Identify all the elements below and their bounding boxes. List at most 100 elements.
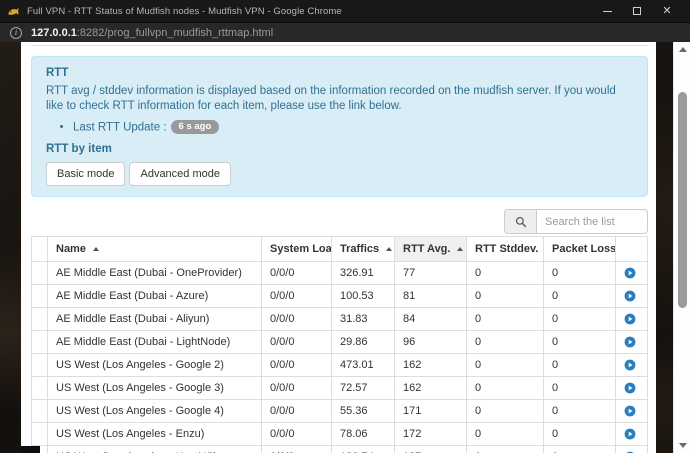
row-action-cell	[615, 376, 648, 401]
rtt-description: RTT avg / stddev information is displaye…	[46, 85, 616, 112]
sort-asc-icon	[457, 247, 464, 252]
rtt-stddev-cell: 0	[466, 353, 544, 378]
advanced-mode-button[interactable]: Advanced mode	[129, 162, 231, 187]
node-name-cell: AE Middle East (Dubai - Aliyun)	[47, 307, 262, 332]
search-input[interactable]	[536, 209, 648, 235]
packet-loss-cell: 0	[543, 445, 616, 453]
rtt-avg-cell: 171	[394, 399, 467, 424]
section-divider	[31, 45, 648, 46]
scroll-down-button[interactable]	[674, 438, 690, 453]
play-circle-icon[interactable]	[624, 313, 636, 325]
scroll-down-icon	[678, 443, 687, 448]
packet-loss-cell: 0	[543, 261, 616, 286]
system-load-cell: 0/0/0	[261, 330, 332, 355]
packet-loss-cell: 0	[543, 284, 616, 309]
scroll-up-button[interactable]	[674, 42, 690, 57]
rtt-stddev-cell: 0	[466, 261, 544, 286]
packet-loss-cell: 0	[543, 353, 616, 378]
rtt-table: Name System Load Traffics RTT Avg. RTT Stdde…	[31, 236, 648, 453]
table-body: AE Middle East (Dubai - OneProvider) 0/0…	[31, 261, 648, 453]
rtt-update-list: Last RTT Update :6 s ago	[46, 120, 633, 135]
row-action-cell	[615, 399, 648, 424]
window-controls: ✕	[592, 0, 682, 22]
mode-buttons: Basic mode Advanced mode	[46, 162, 633, 187]
vertical-scrollbar[interactable]	[673, 42, 690, 453]
play-circle-icon[interactable]	[624, 336, 636, 348]
row-action-cell	[615, 261, 648, 286]
rtt-stddev-cell: 0	[466, 422, 544, 447]
row-spacer-cell	[31, 376, 48, 401]
traffics-cell: 326.91	[331, 261, 395, 286]
system-load-cell: 0/0/0	[261, 376, 332, 401]
close-button[interactable]: ✕	[652, 0, 682, 22]
system-load-cell: 0/0/0	[261, 261, 332, 286]
row-action-cell	[615, 353, 648, 378]
play-circle-icon[interactable]	[624, 267, 636, 279]
column-header-rtt-avg[interactable]: RTT Avg.	[394, 236, 467, 263]
rtt-stddev-cell: 0	[466, 284, 544, 309]
sort-asc-icon	[386, 247, 393, 252]
column-header-label: Traffics	[340, 243, 380, 256]
table-row: AE Middle East (Dubai - OneProvider) 0/0…	[31, 261, 648, 286]
traffics-cell: 133.74	[331, 445, 395, 453]
column-header-label: System Load	[270, 243, 332, 256]
packet-loss-cell: 0	[543, 307, 616, 332]
minimize-icon	[602, 10, 612, 12]
rtt-avg-cell: 187	[394, 445, 467, 453]
content-card: RTT RTT avg / stddev information is disp…	[21, 42, 656, 453]
packet-loss-cell: 0	[543, 399, 616, 424]
page-info-icon[interactable]: i	[10, 26, 22, 39]
system-load-cell: 0/0/0	[261, 353, 332, 378]
spacer-column-header	[31, 236, 48, 263]
rtt-stddev-cell: 0	[466, 307, 544, 332]
minimize-button[interactable]	[592, 0, 622, 22]
row-spacer-cell	[31, 353, 48, 378]
table-row: US West (Los Angeles - HostUS) 0/0/0 133…	[31, 445, 648, 453]
rtt-avg-cell: 162	[394, 376, 467, 401]
table-row: US West (Los Angeles - Google 2) 0/0/0 4…	[31, 353, 648, 378]
actions-column-header	[615, 236, 648, 263]
column-header-name[interactable]: Name	[47, 236, 262, 263]
maximize-icon	[633, 7, 641, 15]
rtt-stddev-cell: 0	[466, 445, 544, 453]
table-row: US West (Los Angeles - Google 3) 0/0/0 7…	[31, 376, 648, 401]
column-header-rtt-stddev[interactable]: RTT Stddev.	[466, 236, 544, 263]
maximize-button[interactable]	[622, 0, 652, 22]
column-header-system-load: System Load	[261, 236, 332, 263]
row-action-cell	[615, 284, 648, 309]
sort-asc-icon	[92, 247, 99, 252]
rtt-avg-cell: 81	[394, 284, 467, 309]
column-header-traffics[interactable]: Traffics	[331, 236, 395, 263]
node-name-cell: AE Middle East (Dubai - LightNode)	[47, 330, 262, 355]
node-name-cell: US West (Los Angeles - Google 3)	[47, 376, 262, 401]
row-action-cell	[615, 307, 648, 332]
rtt-info-panel: RTT RTT avg / stddev information is disp…	[31, 56, 648, 198]
system-load-cell: 0/0/0	[261, 445, 332, 453]
play-circle-icon[interactable]	[624, 428, 636, 440]
table-row: US West (Los Angeles - Enzu) 0/0/0 78.06…	[31, 422, 648, 447]
table-row: AE Middle East (Dubai - Aliyun) 0/0/0 31…	[31, 307, 648, 332]
table-header-row: Name System Load Traffics RTT Avg. RTT Stdde…	[31, 236, 648, 263]
play-circle-icon[interactable]	[624, 290, 636, 302]
address-bar[interactable]: i 127.0.0.1:8282/prog_fullvpn_mudfish_rt…	[0, 22, 690, 42]
column-header-label: RTT Avg.	[403, 243, 451, 256]
play-circle-icon[interactable]	[624, 382, 636, 394]
system-load-cell: 0/0/0	[261, 307, 332, 332]
basic-mode-button[interactable]: Basic mode	[46, 162, 126, 187]
packet-loss-cell: 0	[543, 330, 616, 355]
rtt-avg-cell: 77	[394, 261, 467, 286]
rtt-stddev-cell: 0	[466, 399, 544, 424]
window-title: Full VPN - RTT Status of Mudfish nodes -…	[27, 5, 342, 17]
scrollbar-thumb[interactable]	[678, 92, 687, 308]
row-spacer-cell	[31, 399, 48, 424]
window-titlebar: Full VPN - RTT Status of Mudfish nodes -…	[0, 0, 690, 22]
url-text[interactable]: 127.0.0.1:8282/prog_fullvpn_mudfish_rttm…	[31, 27, 273, 39]
search-group	[504, 209, 648, 235]
url-path: :8282/prog_fullvpn_mudfish_rttmap.html	[76, 26, 274, 39]
rtt-avg-cell: 172	[394, 422, 467, 447]
play-circle-icon[interactable]	[624, 359, 636, 371]
system-load-cell: 0/0/0	[261, 399, 332, 424]
play-circle-icon[interactable]	[624, 405, 636, 417]
node-name-cell: US West (Los Angeles - Google 4)	[47, 399, 262, 424]
row-spacer-cell	[31, 307, 48, 332]
